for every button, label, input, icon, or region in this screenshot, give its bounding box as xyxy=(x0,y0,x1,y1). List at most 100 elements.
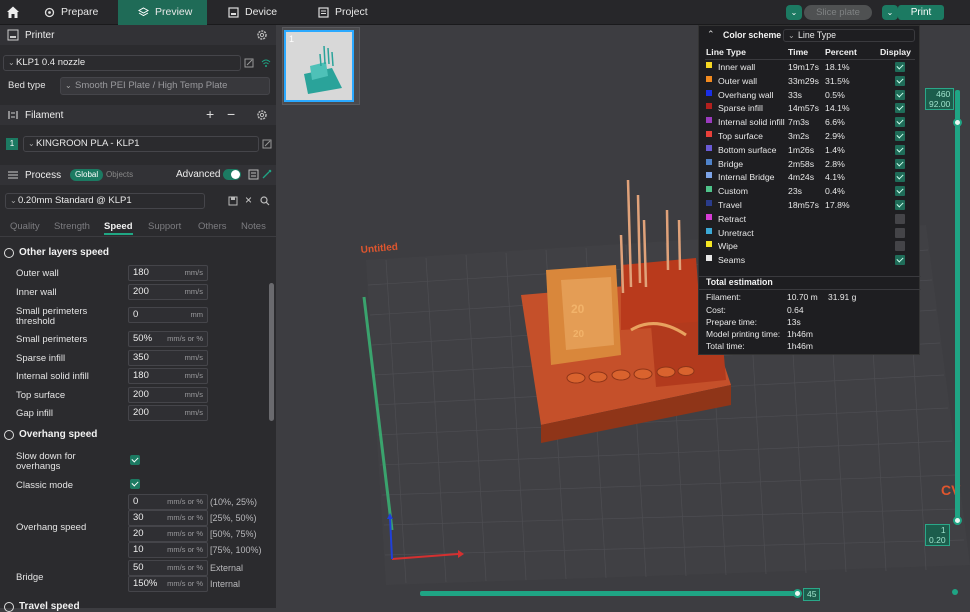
internal-solid-infill-input[interactable]: 180 mm/s xyxy=(128,368,208,384)
sparse-infill-input[interactable]: 350 mm/s xyxy=(128,350,208,366)
line-type-percent: 18.1% xyxy=(825,62,850,72)
edit-icon[interactable] xyxy=(244,58,254,68)
printer-select[interactable]: ⌄ KLP1 0.4 nozzle xyxy=(3,55,241,71)
inner-wall-input[interactable]: 200 mm/s xyxy=(128,284,208,300)
print-dropdown-button[interactable]: ⌄ xyxy=(882,5,898,20)
display-checkbox[interactable] xyxy=(895,200,905,210)
printer-section-header[interactable]: Printer xyxy=(0,25,276,45)
filament-estimate-length: 10.70 m xyxy=(787,292,818,302)
tab-support[interactable]: Support xyxy=(148,221,181,232)
bridge-internal-input[interactable]: 150% mm/s or % xyxy=(128,576,208,592)
add-filament-icon[interactable]: + xyxy=(206,106,214,122)
slow-down-overhangs-checkbox[interactable] xyxy=(130,455,140,465)
display-checkbox[interactable] xyxy=(895,213,905,224)
tab-preview[interactable]: Preview xyxy=(118,0,207,25)
sidebar-scrollbar[interactable] xyxy=(269,283,274,421)
tab-others[interactable]: Others xyxy=(198,221,227,232)
display-checkbox[interactable] xyxy=(895,172,905,183)
layer-range-slider[interactable] xyxy=(955,90,960,525)
tab-device[interactable]: Device xyxy=(228,0,288,25)
compare-icon[interactable] xyxy=(248,169,259,180)
filament-select[interactable]: ⌄ KINGROON PLA - KLP1 xyxy=(23,136,259,152)
classic-mode-checkbox[interactable] xyxy=(130,479,140,489)
wand-icon[interactable] xyxy=(261,169,272,180)
layer-bottom-label[interactable]: 1 0.20 xyxy=(925,524,950,546)
global-toggle[interactable]: Global xyxy=(70,169,104,181)
display-checkbox[interactable] xyxy=(895,255,905,266)
cost-label: Cost: xyxy=(706,305,726,315)
line-type-row: Top surface 3m2s 2.9% xyxy=(699,130,921,144)
bridge-external-input[interactable]: 50 mm/s or % xyxy=(128,560,208,576)
objects-toggle[interactable]: Objects xyxy=(106,170,133,179)
display-checkbox[interactable] xyxy=(895,89,905,100)
bed-type-select[interactable]: ⌄ Smooth PEI Plate / High Temp Plate xyxy=(60,77,270,95)
line-type-name: Travel xyxy=(718,200,742,210)
close-icon[interactable]: × xyxy=(245,193,252,207)
outer-wall-input[interactable]: 180 mm/s xyxy=(128,265,208,281)
tab-prepare[interactable]: Prepare xyxy=(44,0,116,25)
process-preset-select[interactable]: ⌄ 0.20mm Standard @ KLP1 xyxy=(5,193,205,209)
layer-top-handle[interactable] xyxy=(953,118,962,127)
line-type-percent: 1.4% xyxy=(825,144,845,155)
line-color-swatch xyxy=(706,117,712,124)
layer-bottom-handle[interactable] xyxy=(953,516,962,525)
display-checkbox[interactable] xyxy=(895,186,905,197)
edit-icon[interactable] xyxy=(262,139,272,149)
overhang-speed-input-1[interactable]: 0 mm/s or % xyxy=(128,494,208,510)
bridge-label: Bridge xyxy=(16,572,44,583)
save-icon[interactable] xyxy=(228,196,238,206)
display-checkbox[interactable] xyxy=(895,75,905,86)
home-icon[interactable] xyxy=(6,5,20,19)
filament-name: KINGROON PLA - KLP1 xyxy=(36,138,140,149)
sparse-infill-label: Sparse infill xyxy=(16,353,66,364)
display-checkbox[interactable] xyxy=(895,241,905,252)
overhang-speed-input-3[interactable]: 20 mm/s or % xyxy=(128,526,208,542)
filament-slot-badge[interactable]: 1 xyxy=(6,138,18,150)
gap-infill-input[interactable]: 200 mm/s xyxy=(128,405,208,421)
filament-section-header[interactable]: Filament + − xyxy=(0,105,276,125)
printer-icon xyxy=(7,29,19,41)
total-time-value: 1h46m xyxy=(787,341,813,351)
display-checkbox[interactable] xyxy=(895,144,905,155)
total-estimation-title: Total estimation xyxy=(706,277,773,287)
display-checkbox[interactable] xyxy=(895,131,905,141)
print-button[interactable]: Print xyxy=(898,5,944,20)
line-type-row: Internal solid infill 7m3s 6.6% xyxy=(699,116,921,130)
plate-thumbnail[interactable]: 1 xyxy=(284,30,354,102)
search-icon[interactable] xyxy=(260,196,270,206)
tab-quality[interactable]: Quality xyxy=(10,221,40,232)
display-checkbox[interactable] xyxy=(895,158,905,169)
tab-speed[interactable]: Speed xyxy=(104,221,133,235)
gear-icon[interactable] xyxy=(256,109,268,121)
small-perimeters-threshold-input[interactable]: 0 mm xyxy=(128,307,208,323)
gear-icon[interactable] xyxy=(256,29,268,41)
move-slider-handle[interactable] xyxy=(793,589,802,598)
remove-filament-icon[interactable]: − xyxy=(227,106,235,122)
advanced-switch[interactable] xyxy=(223,169,241,180)
display-checkbox[interactable] xyxy=(895,62,905,72)
chevron-down-icon: ⌄ xyxy=(788,31,795,40)
layer-top-label[interactable]: 460 92.00 xyxy=(925,88,955,110)
line-type-row: Sparse infill 14m57s 14.1% xyxy=(699,102,921,116)
tab-project[interactable]: Project xyxy=(318,0,378,25)
tab-preview-label: Preview xyxy=(155,6,193,18)
svg-text:20: 20 xyxy=(571,302,585,316)
display-checkbox[interactable] xyxy=(895,117,905,128)
tab-notes[interactable]: Notes xyxy=(241,221,266,232)
top-surface-input[interactable]: 200 mm/s xyxy=(128,387,208,403)
display-checkbox[interactable] xyxy=(895,227,905,238)
small-perimeters-input[interactable]: 50% mm/s or % xyxy=(128,331,208,347)
line-color-swatch xyxy=(706,62,712,68)
tab-prepare-label: Prepare xyxy=(61,6,99,18)
color-scheme-select[interactable]: ⌄ Line Type xyxy=(783,29,915,42)
move-slider[interactable] xyxy=(420,591,798,596)
slice-plate-button[interactable]: Slice plate xyxy=(804,5,872,20)
collapse-icon[interactable]: ⌃ xyxy=(707,29,715,40)
display-checkbox[interactable] xyxy=(895,103,905,114)
slice-dropdown-button[interactable]: ⌄ xyxy=(786,5,802,20)
tab-strength[interactable]: Strength xyxy=(54,221,90,232)
line-type-name: Top surface xyxy=(718,131,763,141)
overhang-speed-input-2[interactable]: 30 mm/s or % xyxy=(128,510,208,526)
overhang-speed-input-4[interactable]: 10 mm/s or % xyxy=(128,542,208,558)
line-color-swatch xyxy=(706,200,712,206)
